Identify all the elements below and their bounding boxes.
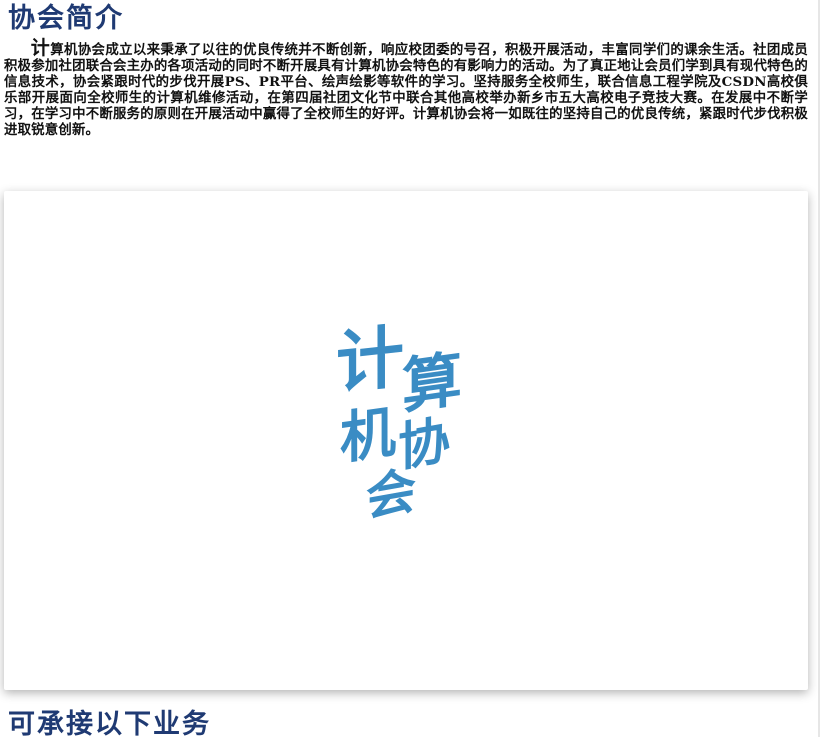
- intro-first-char: 计: [30, 37, 51, 59]
- section-title-services: 可承接以下业务: [8, 709, 211, 737]
- logo-char-5: 会: [366, 460, 416, 527]
- logo-graphic: 计 算 机 协 会: [336, 318, 462, 528]
- logo-char-2: 算: [402, 345, 462, 423]
- intro-body-text: 算机协会成立以来秉承了以往的优良传统并不断创新，响应校团委的号召，积极开展活动，…: [4, 42, 809, 138]
- intro-paragraph: 计算机协会成立以来秉承了以往的优良传统并不断创新，响应校团委的号召，积极开展活动…: [4, 37, 809, 139]
- association-logo: 计 算 机 协 会: [336, 309, 486, 539]
- logo-char-3: 机: [340, 400, 396, 473]
- section-title-intro: 协会简介: [8, 3, 124, 34]
- logo-char-1: 计: [336, 318, 404, 404]
- association-logo-card: 计 算 机 协 会: [4, 191, 808, 690]
